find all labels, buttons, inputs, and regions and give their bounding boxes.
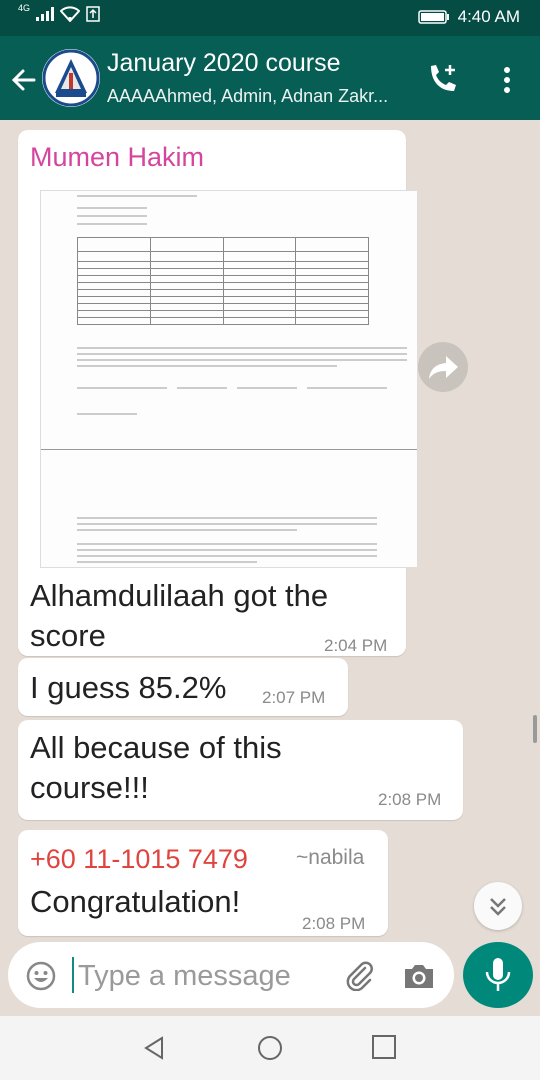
status-right: 4:40 AM (417, 7, 520, 27)
system-nav-bar (0, 1016, 540, 1080)
clock: 4:40 AM (457, 7, 520, 26)
camera-icon[interactable] (402, 960, 436, 992)
battery-icon (417, 10, 449, 24)
scrollbar-thumb[interactable] (533, 715, 537, 743)
group-avatar[interactable] (42, 49, 100, 107)
forward-button[interactable] (418, 342, 468, 392)
upload-icon (86, 6, 100, 22)
chat-header: January 2020 course AAAAAhmed, Admin, Ad… (0, 36, 540, 120)
sender-name[interactable]: +60 11-1015 7479 (30, 844, 248, 875)
more-icon[interactable] (495, 62, 519, 98)
text-cursor (72, 957, 74, 993)
forward-icon (429, 356, 458, 379)
message-text: Congratulation! (30, 884, 241, 919)
nav-home-icon[interactable] (256, 1034, 284, 1062)
message-text: All because of this course!!! (30, 730, 282, 806)
back-arrow-icon[interactable] (8, 64, 40, 96)
message-input[interactable] (78, 960, 318, 993)
scroll-down-button[interactable] (474, 882, 522, 930)
message-bubble[interactable]: All because of this course!!! 2:08 PM (18, 720, 463, 820)
message-bubble[interactable]: Mumen Hakim Alhamdulilaah got the score … (18, 130, 418, 656)
status-bar: 4G 4:40 AM (0, 0, 540, 36)
emoji-icon[interactable] (26, 961, 56, 991)
message-bubble[interactable]: I guess 85.2% 2:07 PM (18, 658, 348, 716)
chat-area[interactable]: Mumen Hakim Alhamdulilaah got the score … (0, 120, 540, 940)
mic-button[interactable] (463, 942, 533, 1008)
group-logo-icon (42, 49, 100, 107)
wifi-icon (60, 6, 81, 22)
mic-icon (485, 958, 511, 991)
nav-back-icon[interactable] (140, 1034, 168, 1062)
message-text: I guess 85.2% (30, 670, 227, 705)
signal-icon (36, 7, 55, 21)
message-time: 2:08 PM (378, 790, 442, 809)
attach-icon[interactable] (343, 959, 375, 991)
network-type: 4G (18, 3, 31, 13)
message-time: 2:07 PM (262, 688, 326, 707)
sender-alias: ~nabila (296, 846, 365, 869)
status-left: 4G (18, 3, 100, 22)
message-time: 2:08 PM (302, 914, 366, 933)
message-input-container[interactable] (8, 942, 454, 1008)
nav-recent-icon[interactable] (371, 1034, 397, 1060)
sender-name: Mumen Hakim (30, 142, 205, 172)
composer (0, 940, 540, 1016)
message-bubble[interactable]: +60 11-1015 7479 ~nabila Congratulation!… (18, 830, 388, 936)
scroll-down-icon (490, 898, 506, 916)
message-time: 2:04 PM (324, 636, 388, 655)
chat-participants[interactable]: AAAAAhmed, Admin, Adnan Zakr... (107, 86, 407, 107)
document-image[interactable] (40, 190, 418, 568)
add-call-icon[interactable] (425, 61, 461, 97)
chat-title[interactable]: January 2020 course (107, 49, 340, 78)
score-table (77, 237, 369, 325)
